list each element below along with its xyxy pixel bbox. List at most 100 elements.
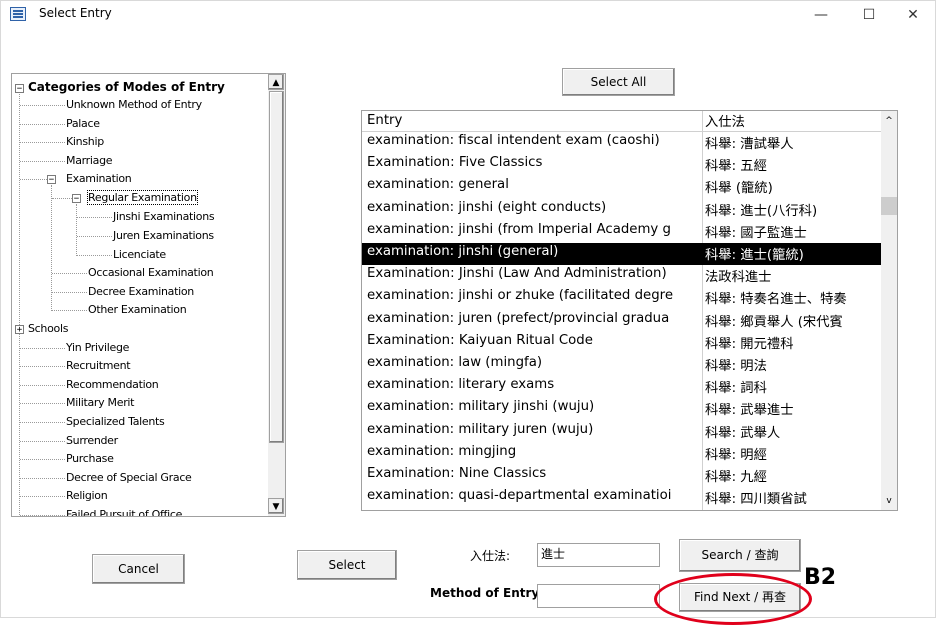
tree-item-unknown[interactable]: Unknown Method of Entry [66, 98, 202, 111]
ru-shi-fa-cell: 科舉: 開元禮科 [705, 336, 794, 352]
ru-shi-fa-cell: 科舉: 九經 [705, 470, 767, 485]
ru-shi-fa-cell: 科舉: 武舉人 [705, 425, 781, 441]
list-row[interactable]: examination: fiscal intendent exam (caos… [362, 132, 881, 154]
list-row[interactable]: Examination: Nine Classics 科舉: 九經 [362, 465, 881, 487]
tree-item-palace[interactable]: Palace [66, 117, 100, 130]
scroll-up-arrow-icon[interactable]: ^ [881, 113, 897, 129]
entry-cell: examination: general [367, 177, 509, 193]
tree-item-occasional-examination[interactable]: Occasional Examination [88, 266, 214, 279]
tree-item-licenciate[interactable]: Licenciate [113, 248, 166, 261]
entry-cell: Examination: Nine Classics [367, 466, 547, 481]
close-button[interactable]: ✕ [891, 1, 935, 29]
ru-shi-fa-cell: 科舉: 國子監進士 [705, 225, 807, 241]
cancel-button[interactable]: Cancel [92, 554, 185, 584]
list-scroll-thumb[interactable] [881, 197, 897, 215]
entry-list[interactable]: Entry 入仕法 examination: fiscal intendent … [361, 110, 898, 511]
title-bar: Select Entry — ☐ ✕ [1, 1, 935, 29]
tree-item-decree-of-special-grace[interactable]: Decree of Special Grace [66, 471, 192, 484]
tree-item-examination[interactable]: Examination [66, 172, 132, 185]
tree-item-yin-privilege[interactable]: Yin Privilege [66, 341, 129, 354]
tree-item-specialized-talents[interactable]: Specialized Talents [66, 415, 165, 428]
tree-item-juren-examinations[interactable]: Juren Examinations [113, 229, 214, 242]
entry-cell: Examination: Kaiyuan Ritual Code [367, 332, 593, 348]
tree-item-other-examination[interactable]: Other Examination [88, 303, 187, 316]
scroll-down-arrow-icon[interactable]: v [881, 493, 897, 509]
list-row[interactable]: examination: literary exams 科舉: 詞科 [362, 376, 881, 398]
list-scrollbar[interactable]: ^ v [881, 111, 897, 510]
entry-cell: examination: law (mingfa) [367, 355, 543, 370]
method-of-entry-field[interactable] [537, 584, 660, 608]
ru-shi-fa-cell: 科舉: 詞科 [705, 381, 767, 397]
ru-shi-fa-cell: 科舉: 漕試舉人 [705, 137, 794, 152]
tree-item-recruitment[interactable]: Recruitment [66, 359, 131, 372]
tree-scroll-thumb[interactable] [269, 91, 284, 443]
ru-shi-fa-cell: 科舉: 鄉貢舉人 (宋代賓 [705, 314, 843, 330]
list-row[interactable]: examination: jinshi (from Imperial Acade… [362, 221, 881, 243]
list-row[interactable]: examination: military jinshi (wuju) 科舉: 武… [362, 398, 881, 420]
ru-shi-fa-field[interactable]: 進士 [537, 543, 660, 567]
tree-item-jinshi-examinations[interactable]: Jinshi Examinations [113, 210, 215, 223]
entry-cell: examination: jinshi or zhuke (facilitate… [367, 288, 674, 304]
ru-shi-fa-cell: 科舉: 四川類省試 [705, 492, 807, 508]
entry-cell: examination: military jinshi (wuju) [367, 399, 595, 415]
tree-item-purchase[interactable]: Purchase [66, 452, 114, 465]
list-row[interactable]: examination: jinshi or zhuke (facilitate… [362, 287, 881, 309]
column-header-entry[interactable]: Entry [367, 113, 402, 128]
list-row[interactable]: examination: juren (prefect/provincial g… [362, 310, 881, 332]
ru-shi-fa-cell: 科舉: 明經 [705, 447, 767, 463]
minimize-button[interactable]: — [799, 1, 843, 29]
list-row[interactable]: Examination: Kaiyuan Ritual Code 科舉: 開元禮科 [362, 332, 881, 354]
collapse-icon[interactable]: − [15, 84, 24, 94]
tree-item-schools[interactable]: Schools [28, 322, 68, 335]
entry-cell: examination: jinshi (eight conducts) [367, 199, 607, 215]
list-row[interactable]: examination: law (mingfa) 科舉: 明法 [362, 354, 881, 376]
list-row[interactable]: examination: general 科舉 (籠統) [362, 176, 881, 198]
ru-shi-fa-cell: 法政科進士 [705, 270, 772, 286]
entry-cell: examination: mingjing [367, 443, 517, 459]
select-button[interactable]: Select [297, 550, 397, 580]
tree-item-marriage[interactable]: Marriage [66, 154, 113, 167]
tree-item-military-merit[interactable]: Military Merit [66, 396, 135, 409]
entry-cell: examination: quasi-departmental examinat… [367, 488, 672, 504]
tree-connector [19, 94, 20, 515]
tree-item-religion[interactable]: Religion [66, 489, 108, 502]
maximize-button[interactable]: ☐ [847, 1, 891, 29]
list-row[interactable]: examination: quasi-departmental examinat… [362, 487, 881, 509]
method-of-entry-label: Method of Entry: [430, 586, 545, 600]
annotation-label: B2 [804, 565, 837, 590]
select-all-button[interactable]: Select All [562, 68, 675, 96]
tree-item-kinship[interactable]: Kinship [66, 135, 104, 148]
tree-item-failed-pursuit[interactable]: Failed Pursuit of Office [66, 508, 182, 516]
list-row[interactable]: examination: military juren (wuju) 科舉: 武舉… [362, 421, 881, 443]
tree-root-label[interactable]: Categories of Modes of Entry [28, 80, 225, 94]
collapse-icon[interactable]: − [47, 175, 56, 185]
ru-shi-fa-cell: 科舉: 五經 [705, 159, 767, 175]
ru-shi-fa-cell: 科舉: 進士(八行科) [705, 203, 818, 219]
tree-item-regular-examination[interactable]: Regular Examination [87, 190, 198, 205]
ru-shi-fa-cell: 科舉: 武舉進士 [705, 403, 794, 419]
search-button[interactable]: Search / 查詢 [679, 539, 801, 572]
list-header: Entry 入仕法 [362, 111, 881, 132]
entry-cell: examination: juren (prefect/provincial g… [367, 310, 670, 326]
tree-scrollbar[interactable]: ▲ ▼ [268, 74, 285, 516]
entry-cell: examination: fiscal intendent exam (caos… [367, 133, 660, 148]
list-row[interactable]: examination: jinshi (eight conducts) 科舉: … [362, 199, 881, 221]
list-row[interactable]: examination: mingjing 科舉: 明經 [362, 443, 881, 465]
list-row[interactable]: Examination: Jinshi (Law And Administrat… [362, 265, 881, 287]
entry-cell: Examination: Jinshi (Law And Administrat… [367, 266, 667, 282]
entry-cell: examination: literary exams [367, 377, 555, 393]
tree-item-surrender[interactable]: Surrender [66, 434, 118, 447]
tree-item-recommendation[interactable]: Recommendation [66, 378, 159, 391]
list-row[interactable]: examination: jinshi (general) 科舉: 進士(籠統) [362, 243, 881, 265]
expand-icon[interactable]: + [15, 325, 24, 335]
scroll-up-arrow-icon[interactable]: ▲ [268, 74, 284, 90]
ru-shi-fa-cell: 科舉: 明法 [705, 359, 767, 374]
entry-cell: examination: jinshi (from Imperial Acade… [367, 221, 671, 237]
entry-cell: examination: military juren (wuju) [367, 421, 594, 437]
list-row[interactable]: Examination: Five Classics 科舉: 五經 [362, 154, 881, 176]
column-header-ru-shi-fa[interactable]: 入仕法 [705, 111, 745, 130]
tree-item-decree-examination[interactable]: Decree Examination [88, 285, 194, 298]
categories-tree[interactable]: − Categories of Modes of Entry Unknown M… [11, 73, 286, 517]
scroll-down-arrow-icon[interactable]: ▼ [268, 498, 284, 514]
collapse-icon[interactable]: − [72, 194, 81, 204]
